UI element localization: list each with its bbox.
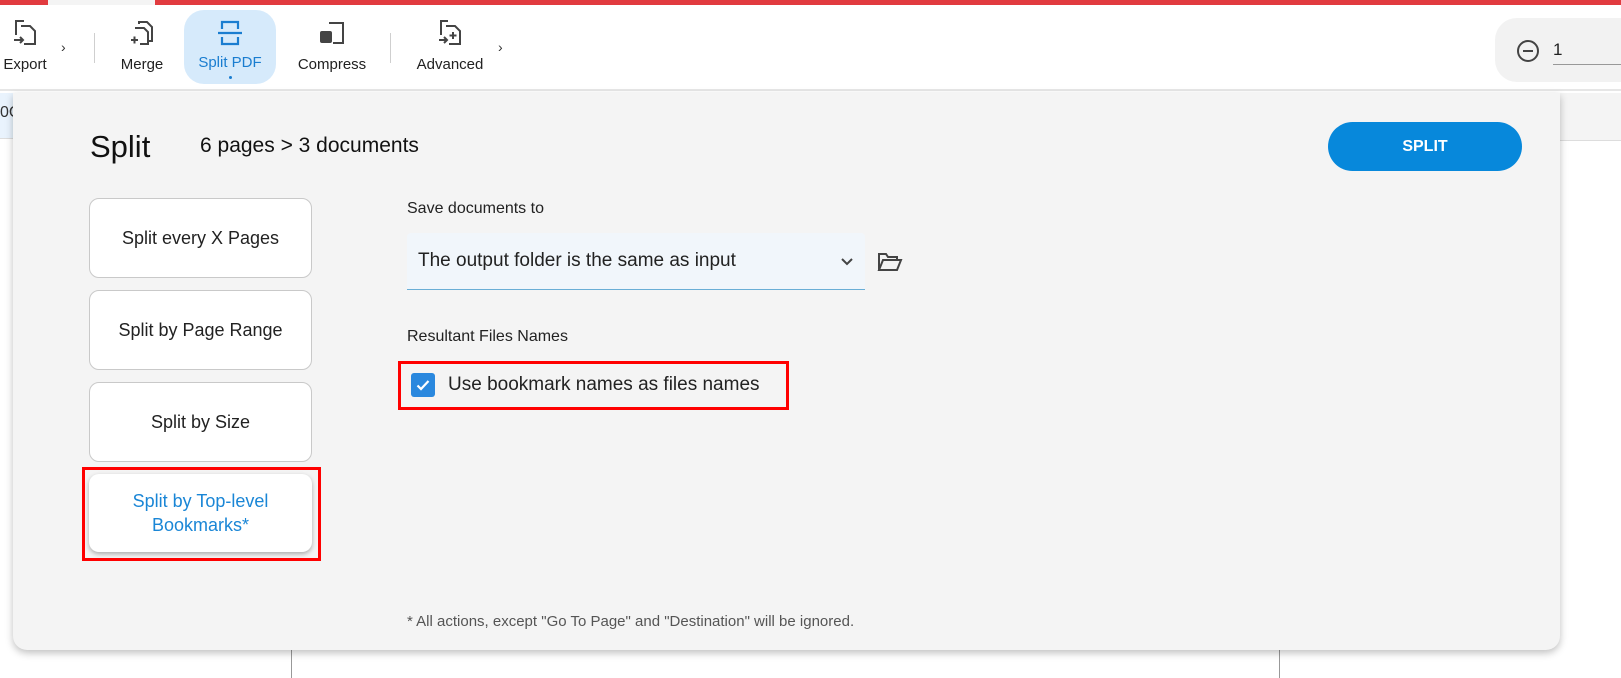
mode-split-by-bookmarks[interactable]: Split by Top-level Bookmarks* bbox=[89, 474, 312, 552]
mode-split-every-x-pages[interactable]: Split every X Pages bbox=[89, 198, 312, 278]
mode-split-by-size[interactable]: Split by Size bbox=[89, 382, 312, 462]
zoom-out-icon[interactable] bbox=[1516, 39, 1540, 63]
resultant-names-label: Resultant Files Names bbox=[407, 328, 568, 345]
mode-label: Split every X Pages bbox=[121, 228, 280, 248]
active-indicator-dot bbox=[228, 76, 232, 79]
toolbar-advanced-label: Advanced bbox=[416, 56, 484, 73]
toolbar-export-label: Export bbox=[3, 56, 47, 73]
toolbar-divider bbox=[94, 33, 95, 63]
chevron-down-icon bbox=[841, 258, 853, 266]
split-icon bbox=[218, 20, 242, 46]
export-icon bbox=[14, 20, 36, 45]
bookmark-names-checkbox-row[interactable]: Use bookmark names as files names bbox=[411, 372, 760, 398]
split-button[interactable]: SPLIT bbox=[1328, 122, 1522, 171]
bookmark-names-checkbox[interactable] bbox=[411, 373, 435, 397]
export-more-chevron[interactable]: › bbox=[61, 39, 66, 55]
folder-open-icon[interactable] bbox=[877, 251, 903, 273]
merge-icon bbox=[131, 21, 153, 45]
output-folder-select[interactable]: The output folder is the same as input bbox=[407, 233, 865, 290]
split-summary: 6 pages > 3 documents bbox=[200, 134, 419, 157]
toolbar-split-pdf-label: Split PDF bbox=[198, 54, 262, 71]
split-panel: Split 6 pages > 3 documents SPLIT Split … bbox=[13, 93, 1560, 650]
toolbar-compress-button[interactable]: Compress bbox=[293, 10, 371, 84]
toolbar-export-button[interactable]: Export bbox=[0, 10, 50, 84]
toolbar-merge-button[interactable]: Merge bbox=[112, 10, 172, 84]
toolbar: Export › Merge Split PDF Compress Advanc… bbox=[0, 5, 1621, 91]
toolbar-split-pdf-button[interactable]: Split PDF bbox=[184, 10, 276, 84]
advanced-icon bbox=[439, 20, 461, 45]
mode-label: Split by Top-level Bookmarks* bbox=[132, 491, 269, 535]
mode-split-by-page-range[interactable]: Split by Page Range bbox=[89, 290, 312, 370]
bookmark-names-checkbox-label: Use bookmark names as files names bbox=[448, 374, 760, 395]
compress-icon bbox=[320, 22, 344, 44]
checkmark-icon bbox=[416, 380, 430, 391]
toolbar-compress-label: Compress bbox=[297, 56, 367, 73]
advanced-more-chevron[interactable]: › bbox=[498, 39, 503, 55]
output-folder-value: The output folder is the same as input bbox=[418, 250, 736, 271]
background-divider bbox=[1279, 650, 1280, 678]
background-divider bbox=[291, 650, 292, 678]
zoom-value-input[interactable]: 1 bbox=[1553, 40, 1621, 65]
zoom-control: 1 bbox=[1495, 18, 1621, 82]
toolbar-advanced-button[interactable]: Advanced bbox=[412, 10, 488, 84]
toolbar-merge-label: Merge bbox=[120, 56, 164, 73]
save-documents-label: Save documents to bbox=[407, 200, 544, 217]
footnote: * All actions, except "Go To Page" and "… bbox=[407, 613, 855, 630]
mode-label: Split by Size bbox=[150, 412, 251, 432]
background-strip bbox=[1560, 93, 1621, 141]
toolbar-divider bbox=[390, 33, 391, 63]
background-tab: 0C bbox=[0, 93, 14, 139]
mode-label: Split by Page Range bbox=[118, 320, 283, 340]
panel-title: Split bbox=[90, 129, 151, 164]
